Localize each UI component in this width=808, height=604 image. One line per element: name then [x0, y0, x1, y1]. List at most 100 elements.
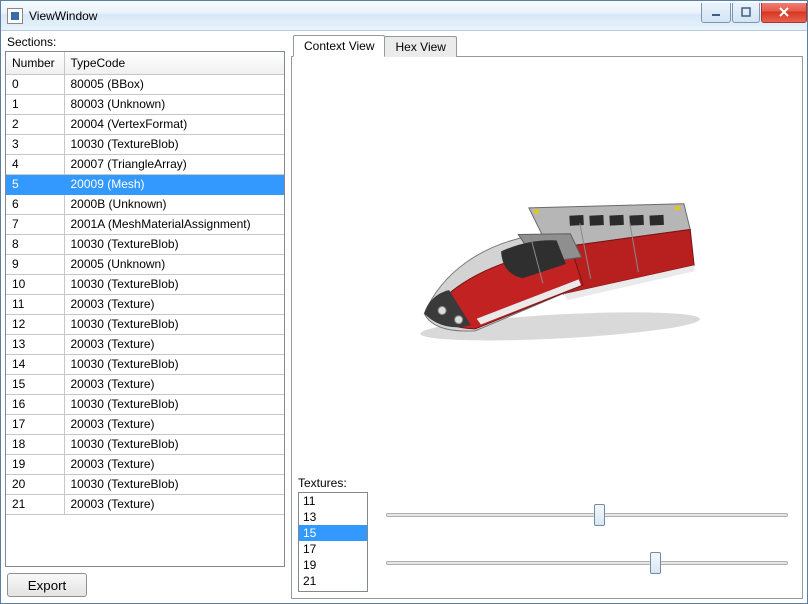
table-row[interactable]: 1010030 (TextureBlob)	[6, 274, 284, 294]
cell-number: 18	[6, 434, 64, 454]
table-row[interactable]: 1810030 (TextureBlob)	[6, 434, 284, 454]
slider-1-thumb[interactable]	[594, 504, 605, 526]
close-button[interactable]	[761, 3, 807, 23]
slider-2-track	[386, 561, 788, 565]
cell-typecode: 10030 (TextureBlob)	[64, 234, 284, 254]
table-row[interactable]: 180003 (Unknown)	[6, 94, 284, 114]
window-controls	[700, 3, 807, 23]
slider-1[interactable]	[386, 504, 788, 526]
bottom-controls: Textures: 111315171921	[292, 472, 802, 598]
cell-number: 6	[6, 194, 64, 214]
table-row[interactable]: 1520003 (Texture)	[6, 374, 284, 394]
close-icon	[778, 7, 790, 17]
app-window: ViewWindow Sections: Number	[0, 0, 808, 604]
cell-typecode: 10030 (TextureBlob)	[64, 274, 284, 294]
sections-grid[interactable]: Number TypeCode 080005 (BBox)180003 (Unk…	[5, 51, 285, 567]
table-row[interactable]: 420007 (TriangleArray)	[6, 154, 284, 174]
tab-content: Textures: 111315171921	[291, 57, 803, 599]
table-row[interactable]: 2120003 (Texture)	[6, 494, 284, 514]
table-row[interactable]: 1920003 (Texture)	[6, 454, 284, 474]
mesh-viewer[interactable]	[292, 57, 802, 472]
table-row[interactable]: 080005 (BBox)	[6, 74, 284, 94]
sections-pane: Sections: Number TypeCode 080005 (BBox)1…	[5, 35, 285, 599]
cell-number: 21	[6, 494, 64, 514]
list-item[interactable]: 19	[299, 557, 367, 573]
cell-number: 0	[6, 74, 64, 94]
maximize-button[interactable]	[732, 3, 760, 23]
list-item[interactable]: 13	[299, 509, 367, 525]
cell-typecode: 80005 (BBox)	[64, 74, 284, 94]
table-row[interactable]: 1610030 (TextureBlob)	[6, 394, 284, 414]
cell-number: 11	[6, 294, 64, 314]
cell-number: 19	[6, 454, 64, 474]
cell-number: 4	[6, 154, 64, 174]
viewer-pane: Context View Hex View	[291, 35, 803, 599]
sections-label: Sections:	[7, 35, 285, 49]
cell-typecode: 20004 (VertexFormat)	[64, 114, 284, 134]
client-area: Sections: Number TypeCode 080005 (BBox)1…	[1, 31, 807, 603]
slider-1-track	[386, 513, 788, 517]
cell-typecode: 10030 (TextureBlob)	[64, 314, 284, 334]
cell-typecode: 10030 (TextureBlob)	[64, 354, 284, 374]
cell-number: 3	[6, 134, 64, 154]
cell-typecode: 20003 (Texture)	[64, 494, 284, 514]
slider-2[interactable]	[386, 552, 788, 574]
cell-number: 10	[6, 274, 64, 294]
cell-number: 7	[6, 214, 64, 234]
textures-listbox[interactable]: 111315171921	[298, 492, 368, 592]
table-row[interactable]: 920005 (Unknown)	[6, 254, 284, 274]
table-row[interactable]: 2010030 (TextureBlob)	[6, 474, 284, 494]
window-title: ViewWindow	[29, 9, 97, 23]
cell-typecode: 20003 (Texture)	[64, 334, 284, 354]
table-row[interactable]: 72001A (MeshMaterialAssignment)	[6, 214, 284, 234]
table-row[interactable]: 1210030 (TextureBlob)	[6, 314, 284, 334]
table-row[interactable]: 1120003 (Texture)	[6, 294, 284, 314]
train-model-preview	[378, 178, 716, 355]
cell-number: 9	[6, 254, 64, 274]
cell-typecode: 80003 (Unknown)	[64, 94, 284, 114]
cell-typecode: 20007 (TriangleArray)	[64, 154, 284, 174]
table-row[interactable]: 1720003 (Texture)	[6, 414, 284, 434]
cell-number: 12	[6, 314, 64, 334]
table-row[interactable]: 810030 (TextureBlob)	[6, 234, 284, 254]
cell-number: 8	[6, 234, 64, 254]
cell-typecode: 2001A (MeshMaterialAssignment)	[64, 214, 284, 234]
col-number[interactable]: Number	[6, 52, 64, 74]
textures-label: Textures:	[298, 476, 368, 490]
tabstrip: Context View Hex View	[291, 35, 803, 57]
cell-number: 15	[6, 374, 64, 394]
slider-2-thumb[interactable]	[650, 552, 661, 574]
cell-number: 17	[6, 414, 64, 434]
app-icon	[7, 8, 23, 24]
list-item[interactable]: 11	[299, 493, 367, 509]
cell-typecode: 20003 (Texture)	[64, 294, 284, 314]
table-row[interactable]: 520009 (Mesh)	[6, 174, 284, 194]
table-row[interactable]: 310030 (TextureBlob)	[6, 134, 284, 154]
table-row[interactable]: 1410030 (TextureBlob)	[6, 354, 284, 374]
cell-typecode: 2000B (Unknown)	[64, 194, 284, 214]
cell-number: 5	[6, 174, 64, 194]
tab-context-view[interactable]: Context View	[293, 35, 385, 57]
list-item[interactable]: 21	[299, 573, 367, 589]
cell-typecode: 20009 (Mesh)	[64, 174, 284, 194]
cell-number: 16	[6, 394, 64, 414]
cell-number: 20	[6, 474, 64, 494]
titlebar[interactable]: ViewWindow	[1, 1, 807, 31]
table-row[interactable]: 62000B (Unknown)	[6, 194, 284, 214]
cell-typecode: 10030 (TextureBlob)	[64, 474, 284, 494]
cell-typecode: 20003 (Texture)	[64, 414, 284, 434]
tab-hex-view[interactable]: Hex View	[384, 36, 456, 57]
cell-number: 2	[6, 114, 64, 134]
export-button[interactable]: Export	[7, 573, 87, 597]
cell-number: 14	[6, 354, 64, 374]
cell-typecode: 20005 (Unknown)	[64, 254, 284, 274]
cell-typecode: 10030 (TextureBlob)	[64, 134, 284, 154]
col-typecode[interactable]: TypeCode	[64, 52, 284, 74]
cell-typecode: 20003 (Texture)	[64, 374, 284, 394]
minimize-button[interactable]	[701, 3, 731, 23]
table-row[interactable]: 1320003 (Texture)	[6, 334, 284, 354]
table-row[interactable]: 220004 (VertexFormat)	[6, 114, 284, 134]
cell-typecode: 10030 (TextureBlob)	[64, 434, 284, 454]
list-item[interactable]: 15	[299, 525, 367, 541]
list-item[interactable]: 17	[299, 541, 367, 557]
